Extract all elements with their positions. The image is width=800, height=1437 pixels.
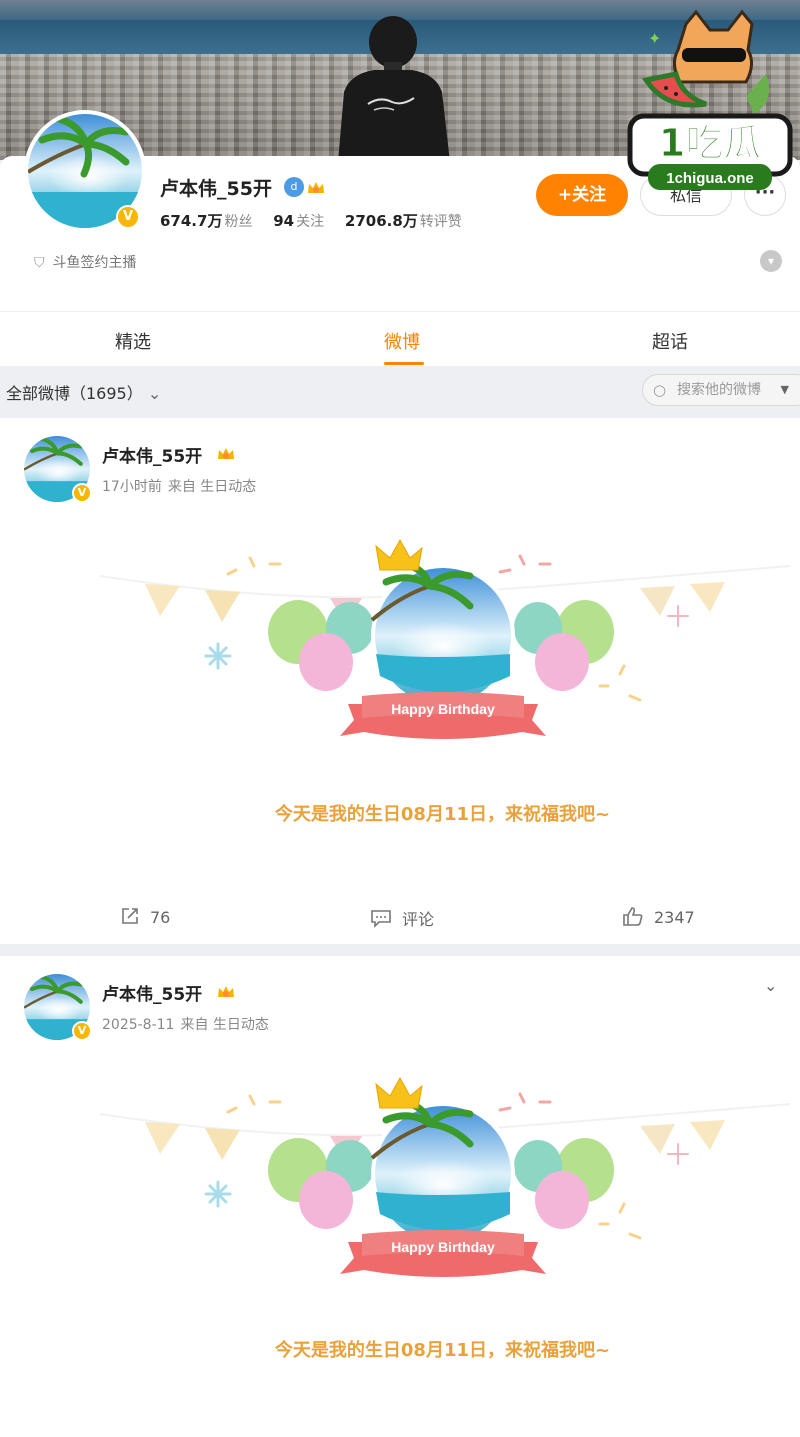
caret-down-icon: ▼ (780, 383, 789, 396)
post-text: 今天是我的生日08月11日，来祝福我吧~ (274, 1340, 611, 1361)
search-placeholder: 搜索他的微博 (677, 382, 761, 398)
post-time[interactable]: 2025-8-11 (102, 1017, 174, 1033)
watermark-site-text: 1chigua.one (666, 170, 754, 187)
certification-row: ⛉ 斗鱼签约主播 (34, 252, 137, 272)
verified-v-badge: V (72, 483, 92, 503)
post-meta: 17小时前 来自 生日动态 (102, 476, 262, 496)
verified-v-badge: V (116, 205, 140, 229)
shield-icon: ⛉ (34, 255, 45, 271)
post-username[interactable]: 卢本伟_55开 (102, 442, 202, 467)
expand-info-button[interactable]: ▾ (760, 250, 782, 272)
post-text: 今天是我的生日08月11日，来祝福我吧~ (274, 804, 611, 825)
active-tab-indicator (384, 362, 424, 365)
post-username[interactable]: 卢本伟_55开 (102, 980, 202, 1005)
comment-icon (371, 910, 391, 928)
post-card: V 卢本伟_55开 17小时前 来自 生日动态 Happy Birthday 今… (0, 418, 800, 944)
tab-featured[interactable]: 精选 (115, 328, 151, 354)
repost-button[interactable]: 76 (120, 906, 170, 927)
post-filter-bar: 全部微博（1695） ⌄ ○ 搜索他的微博 ▼ (0, 366, 800, 414)
watermark-logo-text: 1吃瓜 (659, 121, 761, 165)
cover-person-image (338, 16, 450, 160)
happy-birthday-banner-text: Happy Birthday (391, 1239, 495, 1255)
likes-count: 2706.8万 (344, 212, 418, 230)
thumbs-up-icon (623, 907, 643, 926)
chevron-down-icon: ⌄ (147, 384, 162, 403)
all-posts-label: 全部微博（1695） (6, 384, 143, 403)
likes-label: 转评赞 (419, 214, 462, 230)
profile-tabs: 精选 微博 超话 (0, 311, 800, 366)
comment-label: 评论 (402, 910, 435, 929)
like-button[interactable]: 2347 (622, 906, 695, 927)
site-watermark-logo: ✦ 1吃瓜 1chigua.one (627, 9, 793, 190)
following-count[interactable]: 94 (273, 212, 294, 230)
happy-birthday-banner-text: Happy Birthday (391, 701, 495, 717)
repost-icon (122, 908, 138, 924)
crown-icon (308, 182, 324, 193)
profile-stats: 674.7万 粉丝 94 关注 2706.8万 转评赞 (160, 210, 478, 231)
post-time[interactable]: 17小时前 (102, 479, 162, 495)
verified-v-badge: V (72, 1021, 92, 1041)
follow-button[interactable]: +关注 (536, 174, 628, 216)
fans-label: 粉丝 (224, 214, 253, 230)
following-label: 关注 (296, 214, 325, 230)
crown-icon (218, 986, 234, 997)
tab-weibo[interactable]: 微博 (384, 328, 420, 354)
search-icon: ○ (653, 381, 667, 399)
repost-count: 76 (150, 908, 171, 927)
post-source: 来自 生日动态 (180, 1017, 269, 1033)
certification-text: 斗鱼签约主播 (52, 255, 137, 271)
tab-super-topic[interactable]: 超话 (652, 328, 688, 354)
like-count: 2347 (654, 908, 695, 927)
post-menu-chevron-icon[interactable]: ⌄ (764, 976, 777, 995)
search-posts-input[interactable]: ○ 搜索他的微博 ▼ (642, 374, 800, 406)
all-posts-dropdown[interactable]: 全部微博（1695） ⌄ (6, 380, 161, 404)
profile-name: 卢本伟_55开 (160, 178, 272, 200)
svg-text:✦: ✦ (648, 29, 661, 48)
fans-count[interactable]: 674.7万 (160, 212, 222, 230)
birthday-card-image: Happy Birthday (100, 1076, 790, 1277)
post-card: V 卢本伟_55开 2025-8-11 来自 生日动态 ⌄ Happy Birt… (0, 956, 800, 1437)
post-source: 来自 生日动态 (167, 479, 257, 495)
weibo-profile-page: V 卢本伟_55开 d 674.7万 粉丝 94 关注 2706.8万 转评赞 +关注… (0, 0, 800, 1437)
birthday-card-image: Happy Birthday (100, 538, 790, 739)
comment-button[interactable]: 评论 (370, 906, 434, 930)
crown-icon (218, 448, 234, 459)
post-meta: 2025-8-11 来自 生日动态 (102, 1014, 275, 1034)
weibo-member-icon: d (284, 177, 304, 197)
